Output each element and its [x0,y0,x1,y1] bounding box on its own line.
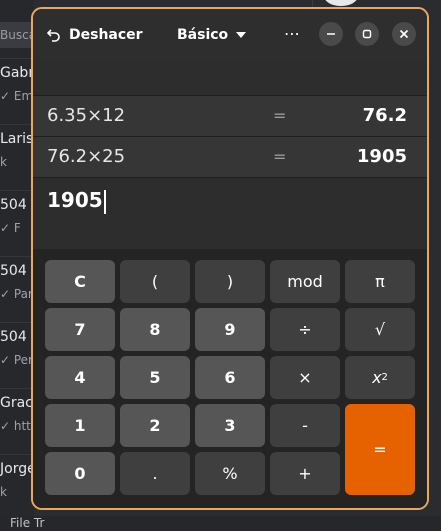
digit-3-button[interactable]: 3 [195,404,265,447]
close-paren-button[interactable]: ) [195,260,265,303]
history-equals-sign: = [273,106,287,125]
digit-2-button[interactable]: 2 [120,404,190,447]
entry-value-wrap: 1905 [47,188,106,214]
digit-7-button[interactable]: 7 [45,308,115,351]
expression-entry[interactable]: 1905 [33,177,427,250]
background-right-edge [430,0,441,531]
square-button[interactable]: x2 [345,356,415,399]
calculator-window: Deshacer Básico ⋯ 6.35×12 = 76.2 76.2×25… [31,7,429,510]
digit-0-button[interactable]: 0 [45,452,115,495]
maximize-icon [362,29,372,39]
add-button[interactable]: + [270,452,340,495]
maximize-button[interactable] [355,22,379,46]
history-result[interactable]: 76.2 [363,105,407,126]
contact-subtitle: ✓ Para [0,287,34,301]
history-result[interactable]: 1905 [357,146,407,167]
mod-button[interactable]: mod [270,260,340,303]
close-icon [399,29,409,39]
background-list-item[interactable]: Gabriel ✓ Email [0,58,34,125]
contact-name: Jorge [0,461,34,477]
square-exponent: 2 [381,372,388,383]
square-base: x [372,368,382,387]
percent-button[interactable]: % [195,452,265,495]
background-list-item[interactable]: Gracie ✓ http [0,388,34,455]
digit-4-button[interactable]: 4 [45,356,115,399]
undo-icon [47,29,60,42]
chevron-down-icon [236,32,247,38]
multiply-button[interactable]: × [270,356,340,399]
contact-subtitle: ✓ Perf [0,353,34,367]
contact-subtitle: ✓ http [0,419,34,433]
contact-name: Gracie [0,395,34,411]
subtract-button[interactable]: - [270,404,340,447]
contact-subtitle: k [0,485,7,499]
contact-subtitle: ✓ F [0,221,21,235]
close-button[interactable] [392,22,416,46]
background-list-item[interactable]: 504 8 ✓ Para [0,256,34,323]
digit-5-button[interactable]: 5 [120,356,190,399]
digit-6-button[interactable]: 6 [195,356,265,399]
contact-subtitle: ✓ Email [0,89,34,103]
minimize-button[interactable] [319,22,343,46]
mode-label: Básico [177,27,229,43]
background-list-item[interactable]: 504 3 ✓ Perf [0,322,34,389]
background-bottom-item[interactable]: File Tr [0,516,441,531]
background-list-item[interactable]: Jorge k [0,454,34,521]
mode-dropdown[interactable]: Básico [177,23,247,47]
entry-value: 1905 [47,188,103,212]
digit-1-button[interactable]: 1 [45,404,115,447]
history-expression[interactable]: 76.2×25 [47,146,125,167]
minimize-icon [327,33,335,35]
history-row[interactable]: 76.2×25 = 1905 [33,136,427,177]
equals-button[interactable]: = [345,404,415,495]
history-spacer [33,60,427,95]
clear-button[interactable]: C [45,260,115,303]
background-list-item[interactable]: 504 1 ✓ F [0,190,34,257]
history-row[interactable]: 6.35×12 = 76.2 [33,95,427,136]
digit-9-button[interactable]: 9 [195,308,265,351]
sqrt-button[interactable]: √ [345,308,415,351]
contact-name: 504 8 [0,263,34,279]
open-paren-button[interactable]: ( [120,260,190,303]
pi-button[interactable]: π [345,260,415,303]
divide-button[interactable]: ÷ [270,308,340,351]
decimal-button[interactable]: . [120,452,190,495]
contact-name: 504 1 [0,197,34,213]
keypad: C ( ) mod π 7 8 9 ÷ √ 4 5 6 × x2 1 2 3 -… [33,249,427,508]
contact-name: 504 3 [0,329,34,345]
history-expression[interactable]: 6.35×12 [47,105,125,126]
contact-subtitle: k [0,155,7,169]
digit-8-button[interactable]: 8 [120,308,190,351]
text-caret [103,189,106,214]
undo-label: Deshacer [69,27,143,43]
background-search-input[interactable]: Buscar [0,22,34,48]
history-equals-sign: = [273,147,287,166]
contact-name: Larissa [0,131,34,147]
avatar[interactable] [324,0,358,6]
main-menu-button[interactable]: ⋯ [278,21,306,49]
contact-name: Gabriel [0,65,34,81]
background-list-item[interactable]: Larissa k [0,124,34,191]
headerbar: Deshacer Básico ⋯ [33,9,427,60]
undo-button[interactable]: Deshacer [47,23,143,47]
